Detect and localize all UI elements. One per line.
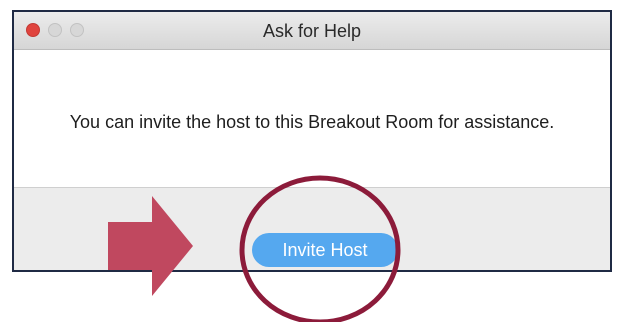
title-bar: Ask for Help [14, 12, 610, 50]
dialog-body: You can invite the host to this Breakout… [14, 50, 610, 188]
screenshot-stage: Ask for Help You can invite the host to … [0, 0, 620, 322]
window-title: Ask for Help [262, 21, 362, 41]
ask-for-help-dialog: Ask for Help You can invite the host to … [12, 10, 612, 272]
dialog-footer: Invite Host [14, 188, 610, 270]
dialog-message: You can invite the host to this Breakout… [69, 112, 555, 132]
invite-host-button[interactable]: Invite Host [252, 233, 398, 267]
